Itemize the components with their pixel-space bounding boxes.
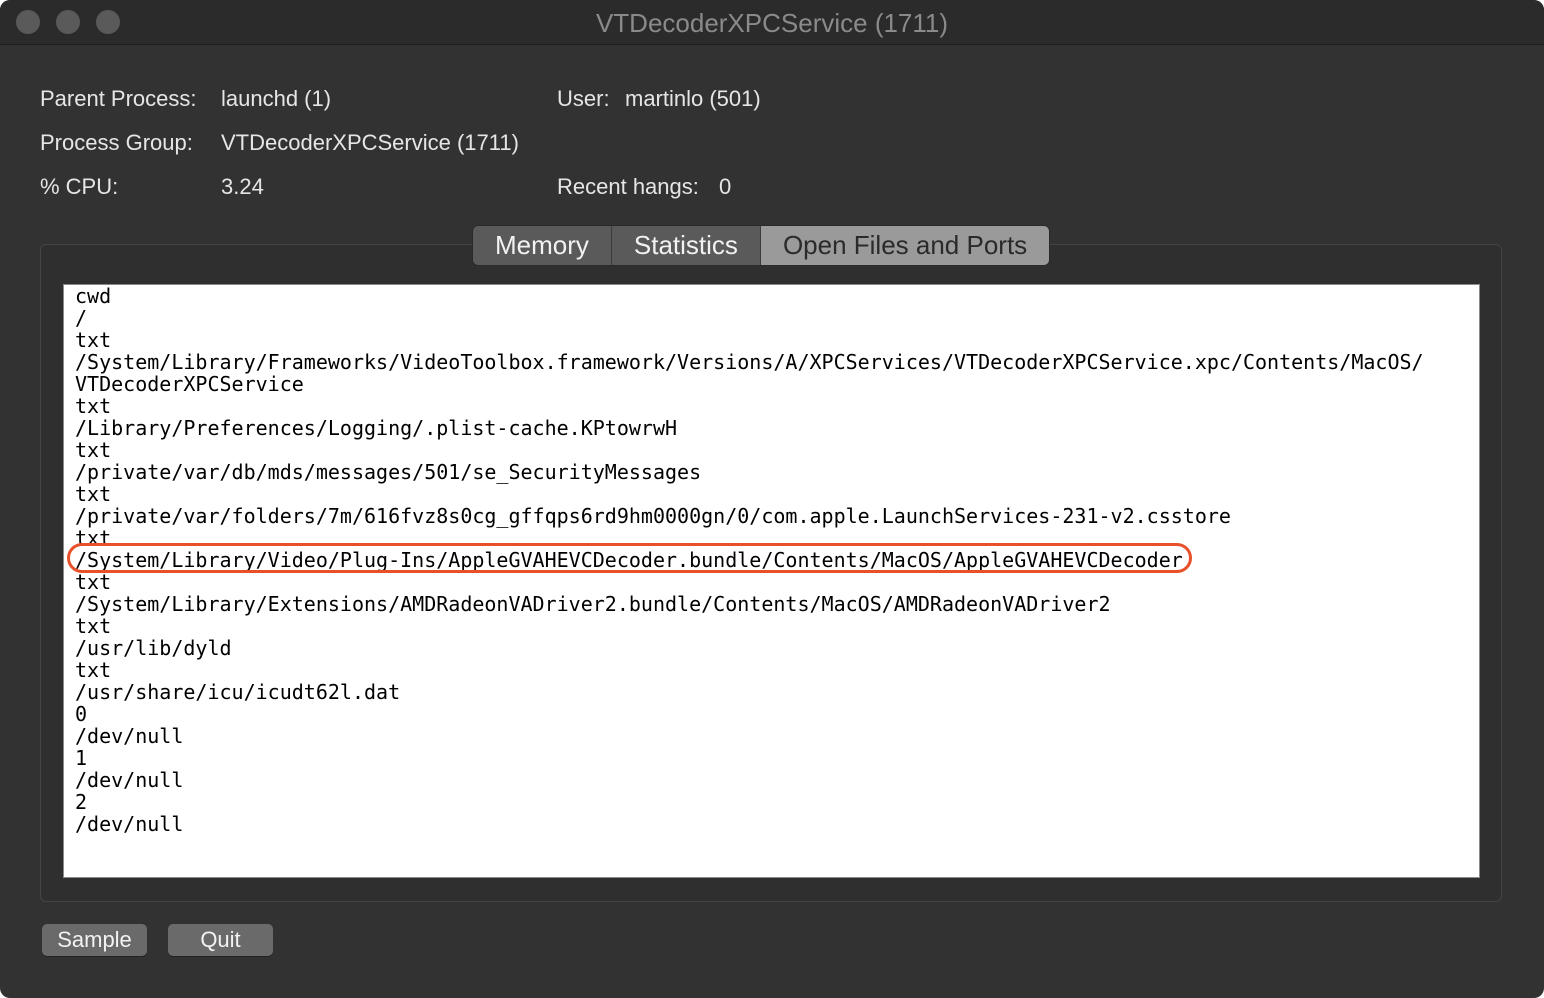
file-line: 0	[75, 702, 88, 726]
tab-memory[interactable]: Memory	[473, 226, 612, 265]
parent-process-value: launchd (1)	[221, 86, 332, 111]
file-line: txt	[75, 394, 112, 418]
quit-button[interactable]: Quit	[168, 924, 273, 956]
file-line: /private/var/folders/7m/616fvz8s0cg_gffq…	[75, 504, 1231, 528]
file-line: txt	[75, 438, 112, 462]
parent-process-label: Parent Process:	[40, 86, 197, 111]
open-files-list: cwd / txt/System/Library/Frameworks/VideoT…	[75, 285, 1424, 835]
file-line: 1	[75, 746, 88, 770]
process-group-label: Process Group:	[40, 130, 193, 155]
file-line: txt	[75, 526, 112, 550]
file-line: cwd	[75, 284, 112, 308]
file-line: /System/Library/Extensions/AMDRadeonVADr…	[75, 592, 1111, 616]
file-line: /dev/null	[75, 768, 184, 792]
file-line: txt	[75, 614, 112, 638]
cpu-value: 3.24	[221, 174, 264, 199]
recent-hangs-value: 0	[719, 174, 732, 199]
file-line: txt	[75, 482, 112, 506]
cpu-label: % CPU:	[40, 174, 119, 199]
file-line: VTDecoderXPCService	[75, 372, 304, 396]
file-line: txt	[75, 328, 112, 352]
file-line: 2	[75, 790, 88, 814]
file-line: txt	[75, 570, 112, 594]
file-line: /Library/Preferences/Logging/.plist-cach…	[75, 416, 678, 440]
file-line: /usr/share/icu/icudt62l.dat	[75, 680, 401, 704]
tab-bar: Memory Statistics Open Files and Ports	[472, 225, 1051, 266]
file-line: /dev/null	[75, 724, 184, 748]
process-group-value: VTDecoderXPCService (1711)	[221, 130, 519, 155]
process-inspector-window: VTDecoderXPCService (1711) Parent Proces…	[0, 0, 1544, 998]
file-line: /System/Library/Frameworks/VideoToolbox.…	[75, 350, 1424, 374]
recent-hangs-label: Recent hangs:	[557, 174, 699, 199]
file-line: /dev/null	[75, 812, 184, 836]
file-line: /usr/lib/dyld	[75, 636, 232, 660]
user-label: User:	[557, 86, 610, 111]
open-files-text-view[interactable]: cwd / txt/System/Library/Frameworks/VideoT…	[63, 284, 1480, 878]
file-line: txt	[75, 658, 112, 682]
tab-statistics[interactable]: Statistics	[611, 226, 761, 265]
sample-button[interactable]: Sample	[42, 924, 147, 956]
title-bar[interactable]: VTDecoderXPCService (1711)	[0, 0, 1544, 45]
file-line: /	[75, 306, 88, 330]
user-value: martinlo (501)	[625, 86, 761, 111]
window-title: VTDecoderXPCService (1711)	[595, 8, 949, 38]
file-line: /private/var/db/mds/messages/501/se_Secu…	[75, 460, 702, 484]
file-line: /System/Library/Video/Plug-Ins/AppleGVAH…	[75, 548, 1183, 572]
tab-open-files-and-ports[interactable]: Open Files and Ports	[760, 226, 1050, 265]
